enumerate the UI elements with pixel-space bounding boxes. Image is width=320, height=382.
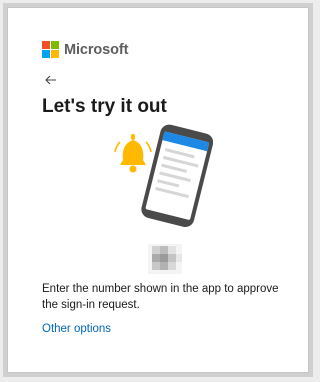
instruction-text: Enter the number shown in the app to app… — [42, 283, 279, 311]
back-button[interactable] — [40, 70, 62, 90]
other-options-link[interactable]: Other options — [42, 323, 111, 335]
phone-notification-illustration — [114, 124, 213, 227]
microsoft-logo-icon — [42, 41, 59, 58]
brand-name: Microsoft — [64, 41, 129, 58]
bell-icon — [114, 134, 152, 173]
verification-number-blurred — [148, 244, 182, 274]
microsoft-logo: Microsoft — [42, 41, 128, 58]
arrow-left-icon — [45, 75, 56, 85]
sign-in-card: Microsoft Let's try it out Enter the num… — [7, 7, 309, 373]
window-frame: Microsoft Let's try it out Enter the num… — [3, 3, 313, 377]
page-title: Let's try it out — [42, 96, 167, 117]
phone-icon — [141, 124, 213, 227]
